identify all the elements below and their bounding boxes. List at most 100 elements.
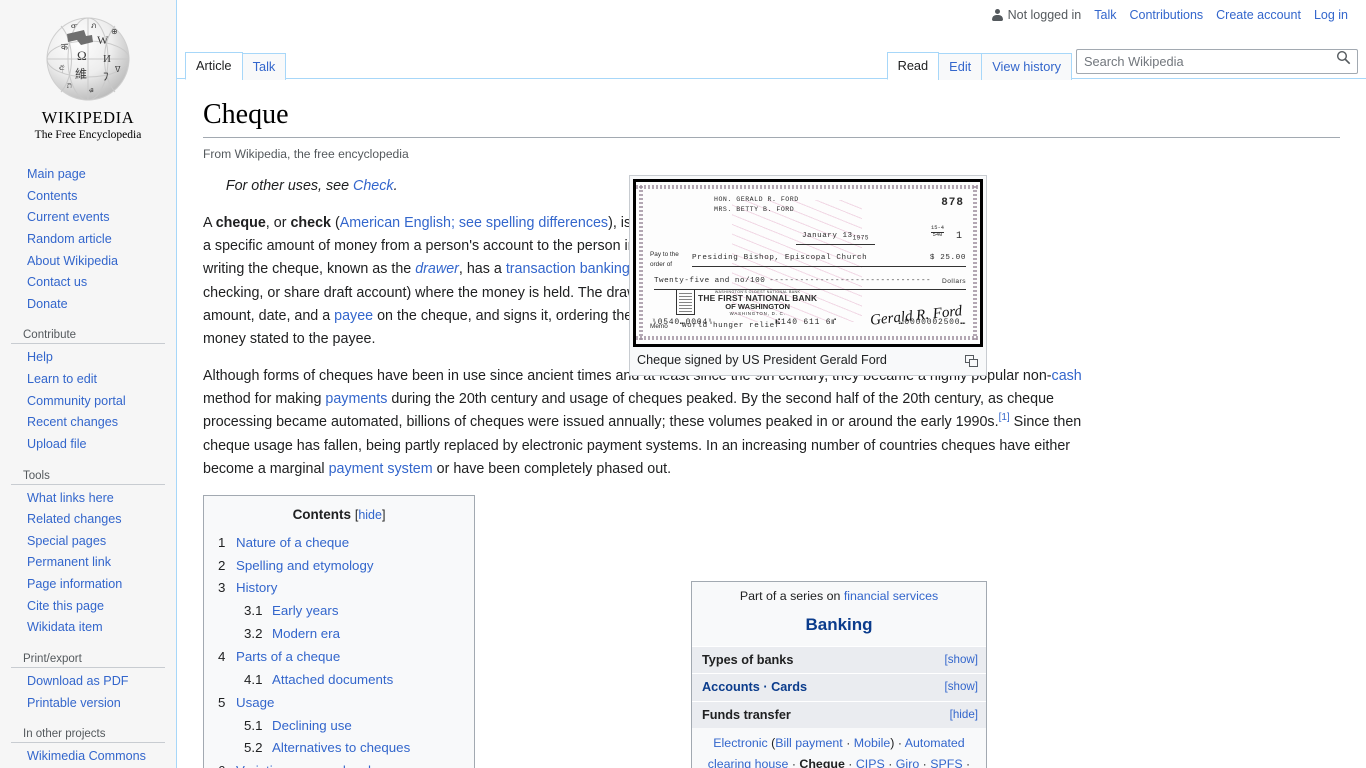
sidebar-item-contents[interactable]: Contents <box>27 189 77 203</box>
sidebar-item[interactable]: Donate <box>0 294 176 316</box>
tab-edit[interactable]: Edit <box>938 53 983 80</box>
toc-entry[interactable]: 5.1 Declining use <box>218 715 460 738</box>
sidebar-item-related-changes[interactable]: Related changes <box>27 512 122 526</box>
tab-talk[interactable]: Talk <box>241 53 287 80</box>
toc-entry[interactable]: 3.1 Early years <box>218 600 460 623</box>
link-drawer[interactable]: drawer <box>415 261 459 277</box>
infobox-row-toggle[interactable]: [show] <box>944 651 978 670</box>
link-cash[interactable]: cash <box>1052 368 1082 384</box>
infobox-row-funds-transfer[interactable]: Funds transfer [hide] <box>692 700 986 729</box>
toc-entry[interactable]: 6 Variations on regular cheques <box>218 760 460 768</box>
tab-article[interactable]: Article <box>185 52 243 80</box>
search-input[interactable] <box>1076 49 1358 74</box>
sidebar-item-about-wikipedia[interactable]: About Wikipedia <box>27 254 118 268</box>
sidebar-item-learn-to-edit[interactable]: Learn to edit <box>27 372 97 386</box>
sidebar-item[interactable]: Current events <box>0 207 176 229</box>
sidebar-item[interactable]: Upload file <box>0 434 176 456</box>
sidebar-item[interactable]: Community portal <box>0 391 176 413</box>
infobox-title-link[interactable]: Banking <box>805 615 872 634</box>
sidebar-item-wikimedia-commons[interactable]: Wikimedia Commons <box>27 749 146 763</box>
sidebar-item[interactable]: What links here <box>0 488 176 510</box>
cheque-image[interactable]: HON. GERALD R. FORD MRS. BETTY B. FORD 8… <box>633 179 983 347</box>
toc-entry-link[interactable]: Attached documents <box>272 669 393 692</box>
link-electronic[interactable]: Electronic <box>713 736 767 750</box>
toc-entry-link[interactable]: Variations on regular cheques <box>236 760 412 768</box>
sidebar-item-contact-us[interactable]: Contact us <box>27 275 87 289</box>
sidebar-item-cite-this-page[interactable]: Cite this page <box>27 599 104 613</box>
link-payments[interactable]: payments <box>325 391 387 407</box>
sidebar-item-what-links-here[interactable]: What links here <box>27 491 114 505</box>
sidebar-item-community-portal[interactable]: Community portal <box>27 394 126 408</box>
search-icon[interactable] <box>1336 50 1351 65</box>
link-spfs[interactable]: SPFS <box>930 757 962 768</box>
sidebar-item[interactable]: About Wikipedia <box>0 251 176 273</box>
sidebar-item-help[interactable]: Help <box>27 350 53 364</box>
sidebar-item[interactable]: Help <box>0 347 176 369</box>
sidebar-item[interactable]: Contents <box>0 186 176 208</box>
link-giro[interactable]: Giro <box>896 757 919 768</box>
infobox-row-types-of-banks[interactable]: Types of banks [show] <box>692 645 986 674</box>
toc-entry-link[interactable]: Alternatives to cheques <box>272 737 410 760</box>
link-bill-payment[interactable]: Bill payment <box>775 736 843 750</box>
toc-entry[interactable]: 2 Spelling and etymology <box>218 555 460 578</box>
toc-entry-link[interactable]: Usage <box>236 692 274 715</box>
cheque-thumbnail[interactable]: HON. GERALD R. FORD MRS. BETTY B. FORD 8… <box>629 175 987 377</box>
sidebar-item[interactable]: Random article <box>0 229 176 251</box>
sidebar-item[interactable]: Learn to edit <box>0 369 176 391</box>
infobox-row-toggle[interactable]: [show] <box>944 678 978 697</box>
sidebar-item[interactable]: Related changes <box>0 509 176 531</box>
sidebar-item-main-page[interactable]: Main page <box>27 167 86 181</box>
link-cips[interactable]: CIPS <box>856 757 885 768</box>
sidebar-item-donate[interactable]: Donate <box>27 297 68 311</box>
sidebar-item[interactable]: Contact us <box>0 272 176 294</box>
sidebar-item[interactable]: Download as PDF <box>0 671 176 693</box>
sidebar-item[interactable]: Wikimedia Commons <box>0 746 176 768</box>
sidebar-item-page-information[interactable]: Page information <box>27 577 122 591</box>
personal-link-create-account[interactable]: Create account <box>1216 8 1301 22</box>
sidebar-item[interactable]: Printable version <box>0 693 176 715</box>
sidebar-item[interactable]: Permanent link <box>0 552 176 574</box>
tab-read[interactable]: Read <box>886 52 940 80</box>
personal-link-talk[interactable]: Talk <box>1094 8 1116 22</box>
toc-toggle[interactable]: [hide] <box>355 508 386 522</box>
sidebar-item-upload-file[interactable]: Upload file <box>27 437 87 451</box>
sidebar-item[interactable]: Recent changes <box>0 412 176 434</box>
toc-entry-link[interactable]: Spelling and etymology <box>236 555 374 578</box>
sidebar-item-download-as-pdf[interactable]: Download as PDF <box>27 674 129 688</box>
sidebar-item[interactable]: Main page <box>0 164 176 186</box>
sidebar-item-random-article[interactable]: Random article <box>27 232 112 246</box>
sidebar-item-current-events[interactable]: Current events <box>27 210 110 224</box>
toc-entry[interactable]: 3 History <box>218 577 460 600</box>
sidebar-item-wikidata-item[interactable]: Wikidata item <box>27 620 103 634</box>
personal-link-contributions[interactable]: Contributions <box>1130 8 1204 22</box>
sidebar-item[interactable]: Cite this page <box>0 596 176 618</box>
toc-entry[interactable]: 5.2 Alternatives to cheques <box>218 737 460 760</box>
toc-entry-link[interactable]: Parts of a cheque <box>236 646 340 669</box>
tab-view-history[interactable]: View history <box>981 53 1072 80</box>
sidebar-item[interactable]: Wikidata item <box>0 617 176 639</box>
toc-entry[interactable]: 3.2 Modern era <box>218 623 460 646</box>
sidebar-item-permanent-link[interactable]: Permanent link <box>27 555 111 569</box>
toc-entry-link[interactable]: Nature of a cheque <box>236 532 349 555</box>
wikipedia-logo[interactable]: Ω W И 維 ﾌ क අ ת ᏸ ภ ⊕ ᓂ ᐁ WIKIPEDIA The … <box>0 0 176 160</box>
sidebar-item[interactable]: Page information <box>0 574 176 596</box>
infobox-row-accounts-cards[interactable]: Accounts · Cards [show] <box>692 673 986 701</box>
toc-entry[interactable]: 5 Usage <box>218 692 460 715</box>
toc-entry[interactable]: 4 Parts of a cheque <box>218 646 460 669</box>
toc-entry[interactable]: 1 Nature of a cheque <box>218 532 460 555</box>
toc-toggle-link[interactable]: hide <box>358 508 382 522</box>
link-financial-services[interactable]: financial services <box>844 589 938 603</box>
toc-entry-link[interactable]: Modern era <box>272 623 340 646</box>
toc-entry[interactable]: 4.1 Attached documents <box>218 669 460 692</box>
sidebar-item[interactable]: Special pages <box>0 531 176 553</box>
sidebar-item-special-pages[interactable]: Special pages <box>27 534 106 548</box>
infobox-row-toggle[interactable]: [hide] <box>950 706 978 725</box>
sidebar-item-recent-changes[interactable]: Recent changes <box>27 415 118 429</box>
reference-1[interactable]: [1] <box>999 413 1010 424</box>
toc-entry-link[interactable]: Early years <box>272 600 339 623</box>
enlarge-icon[interactable] <box>965 355 979 368</box>
link-payment-system[interactable]: payment system <box>329 461 433 477</box>
link-payee[interactable]: payee <box>334 308 373 324</box>
hatnote-link-check[interactable]: Check <box>353 178 394 194</box>
toc-entry-link[interactable]: History <box>236 577 277 600</box>
